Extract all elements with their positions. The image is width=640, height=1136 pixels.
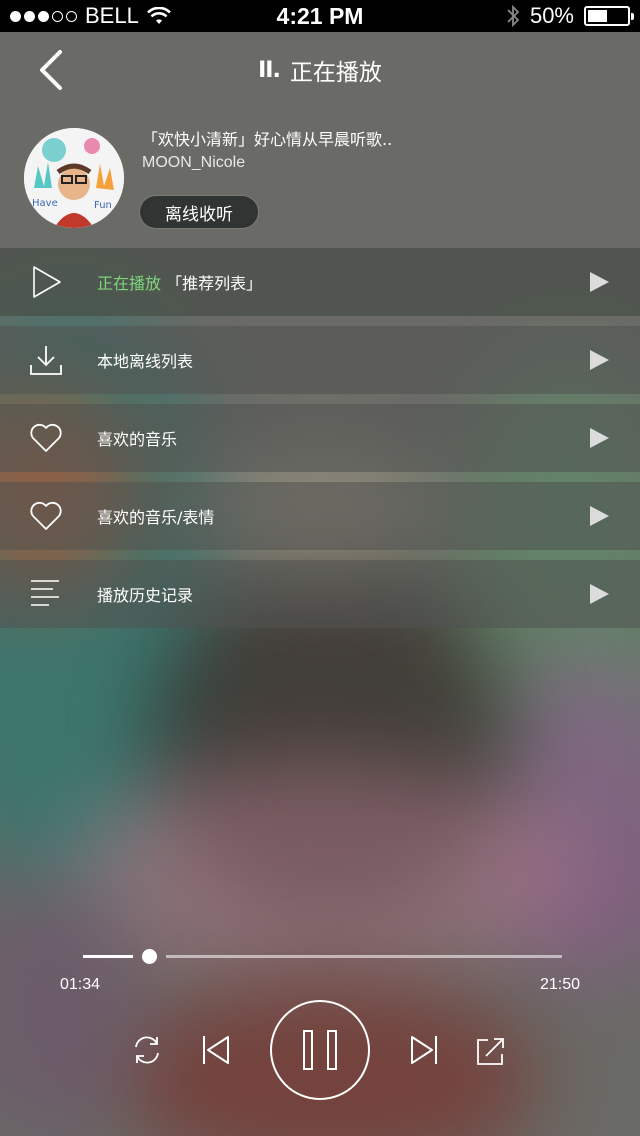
play-arrow-icon[interactable]: [588, 349, 610, 371]
playlist-user[interactable]: MOON_Nicole: [142, 154, 245, 172]
offline-listen-button[interactable]: 离线收听: [139, 195, 259, 229]
page-title: II. 正在播放: [0, 32, 640, 108]
play-arrow-icon[interactable]: [588, 583, 610, 605]
menu-item-local-offline[interactable]: 本地离线列表: [0, 326, 640, 394]
play-arrow-icon[interactable]: [588, 271, 610, 293]
back-button[interactable]: [30, 46, 74, 94]
current-time: 01:34: [60, 976, 101, 993]
page-title-text: 正在播放: [289, 60, 382, 86]
heart-icon: [30, 423, 62, 452]
total-time: 21:50: [540, 976, 581, 993]
progress-track[interactable]: [166, 955, 562, 958]
share-button[interactable]: [476, 1036, 506, 1066]
menu-item-label: 播放历史记录: [97, 586, 194, 605]
pause-icon: [303, 1030, 337, 1070]
playlist-avatar[interactable]: Have Fun: [24, 128, 124, 228]
progress-fill: [83, 955, 133, 958]
skip-next-icon: [411, 1036, 437, 1064]
chevron-left-icon: [40, 50, 62, 90]
navigation-header: II. 正在播放: [0, 32, 640, 108]
heart-icon: [30, 501, 62, 530]
menu-item-favorite-music[interactable]: 喜欢的音乐: [0, 404, 640, 472]
repeat-icon: [135, 1036, 159, 1064]
menu-item-now-playing[interactable]: 正在播放 「推荐列表」: [0, 248, 640, 316]
menu-item-play-history[interactable]: 播放历史记录: [0, 560, 640, 628]
play-arrow-icon[interactable]: [588, 427, 610, 449]
download-icon: [30, 346, 62, 375]
next-button[interactable]: [408, 1034, 440, 1066]
battery-icon: [584, 6, 634, 26]
pause-button[interactable]: [270, 1000, 370, 1100]
now-playing-prefix: 正在播放: [97, 274, 162, 293]
pause-bars-icon: II.: [258, 57, 281, 83]
share-icon: [477, 1038, 504, 1065]
status-bar: BELL 4:21 PM 50%: [0, 0, 640, 32]
avatar-text-fun: Fun: [94, 200, 112, 211]
now-playing-list-name: 「推荐列表」: [166, 274, 263, 293]
playlist-title: 「欢快小清新」好心情从早晨听歌..: [142, 130, 393, 149]
previous-button[interactable]: [200, 1034, 232, 1066]
bluetooth-icon: [507, 4, 520, 28]
skip-previous-icon: [203, 1036, 229, 1064]
repeat-button[interactable]: [130, 1033, 164, 1067]
menu-item-label: 本地离线列表: [97, 352, 194, 371]
play-outline-icon: [33, 266, 61, 298]
play-arrow-icon[interactable]: [588, 505, 610, 527]
battery-percent: 50%: [529, 3, 574, 28]
list-icon: [31, 580, 59, 606]
menu-item-label: 喜欢的音乐/表情: [97, 508, 215, 527]
progress-knob[interactable]: [142, 949, 157, 964]
menu-item-label: 正在播放 「推荐列表」: [97, 270, 262, 294]
menu-item-favorite-music-emoji[interactable]: 喜欢的音乐/表情: [0, 482, 640, 550]
avatar-text-have: Have: [32, 198, 58, 209]
menu-item-label: 喜欢的音乐: [97, 430, 178, 449]
